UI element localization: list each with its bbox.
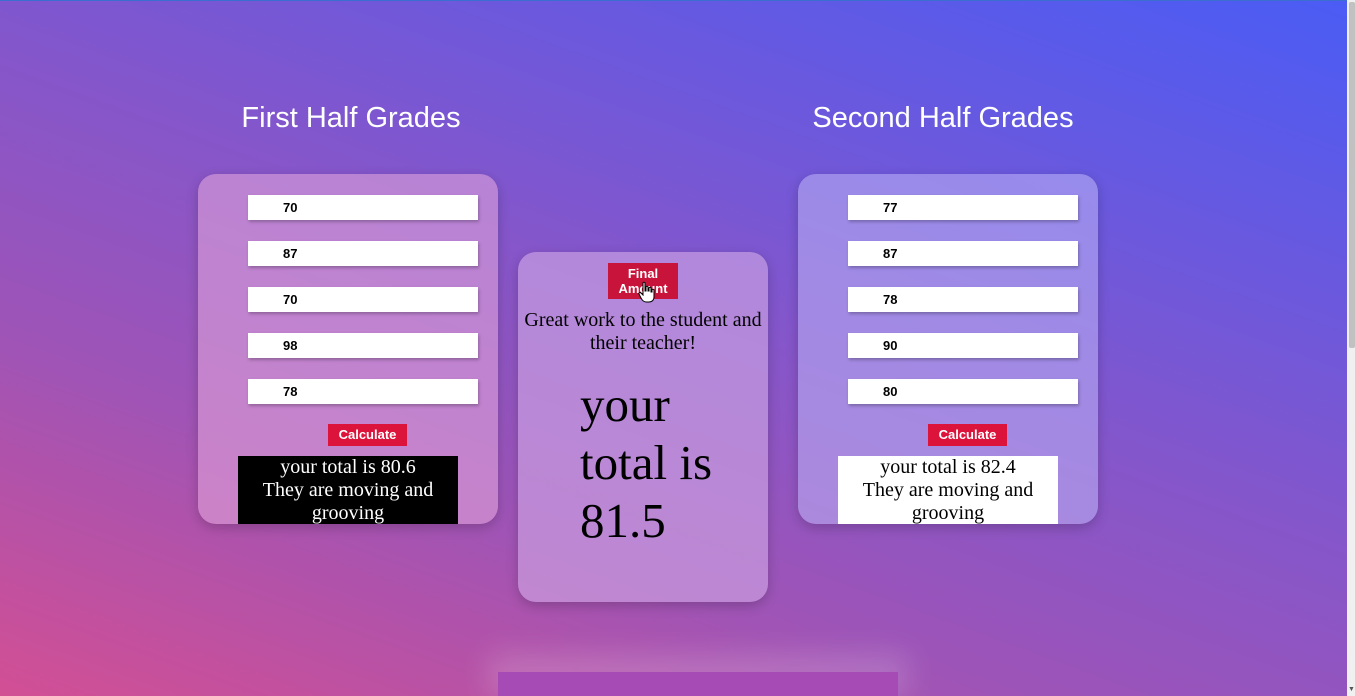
first-half-calculate-button[interactable]: Calculate xyxy=(328,424,407,446)
first-half-result-message: They are moving and grooving xyxy=(262,479,434,524)
scroll-down-icon[interactable]: ▼ xyxy=(1348,686,1355,693)
first-half-result: your total is 80.6 They are moving and g… xyxy=(238,456,458,524)
first-half-grade-3-input[interactable]: 70 xyxy=(248,287,478,312)
second-half-result-total: your total is 82.4 xyxy=(880,456,1016,478)
scrollbar-thumb[interactable] xyxy=(1349,2,1355,348)
first-half-title: First Half Grades xyxy=(241,102,461,134)
first-half-grade-1-input[interactable]: 70 xyxy=(248,195,478,220)
praise-message: Great work to the student and their teac… xyxy=(524,309,762,354)
second-half-result: your total is 82.4 They are moving and g… xyxy=(838,456,1058,524)
first-half-result-total: your total is 80.6 xyxy=(280,456,416,478)
second-half-grade-4-input[interactable]: 90 xyxy=(848,333,1078,358)
first-half-card: 70 87 70 98 78 Calculate your total is 8… xyxy=(198,174,498,524)
second-half-grade-3-input[interactable]: 78 xyxy=(848,287,1078,312)
first-half-grade-2-input[interactable]: 87 xyxy=(248,241,478,266)
second-half-calculate-button[interactable]: Calculate xyxy=(928,424,1007,446)
footer-bar xyxy=(498,672,898,696)
second-half-card: 77 87 78 90 80 Calculate your total is 8… xyxy=(798,174,1098,524)
hand-cursor-icon xyxy=(638,281,655,303)
final-card: Final Amount Great work to the student a… xyxy=(518,252,768,602)
second-half-result-message: They are moving and grooving xyxy=(862,479,1034,524)
second-half-title: Second Half Grades xyxy=(812,102,1074,134)
final-total: your total is 81.5 xyxy=(580,377,713,548)
second-half-grade-2-input[interactable]: 87 xyxy=(848,241,1078,266)
first-half-grade-4-input[interactable]: 98 xyxy=(248,333,478,358)
second-half-grade-5-input[interactable]: 80 xyxy=(848,379,1078,404)
first-half-grade-5-input[interactable]: 78 xyxy=(248,379,478,404)
second-half-grade-1-input[interactable]: 77 xyxy=(848,195,1078,220)
top-border xyxy=(0,0,1355,1)
